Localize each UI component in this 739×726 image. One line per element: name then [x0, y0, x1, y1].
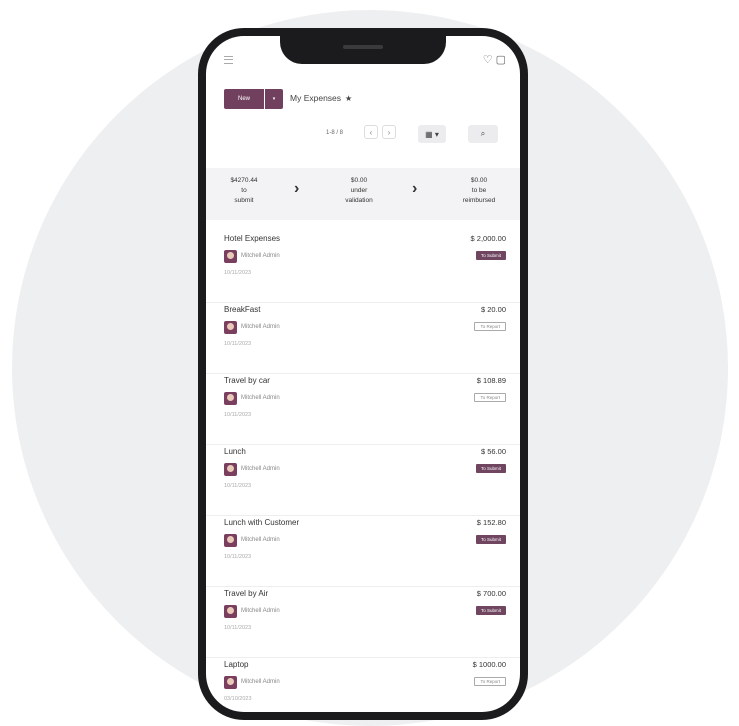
- stage-label: to: [241, 187, 247, 194]
- pager-previous-button[interactable]: ‹: [364, 125, 378, 139]
- expense-row[interactable]: Lunch $ 56.00 Mitchell Admin 10/11/2023 To S…: [206, 445, 520, 516]
- expense-amount: $ 108.89: [476, 376, 506, 385]
- stage-under-validation[interactable]: $0.00 under validation: [324, 176, 394, 206]
- page-title: My Expenses: [290, 93, 342, 103]
- employee-name: Mitchell Admin: [241, 679, 280, 685]
- stage-amount: $0.00: [350, 177, 368, 184]
- expense-title: Travel by Air: [224, 589, 269, 598]
- avatar: [224, 321, 237, 334]
- view-switcher-button[interactable]: ▦ ▾: [418, 125, 446, 143]
- employee-name: Mitchell Admin: [241, 253, 280, 259]
- stage-amount: $4270.44: [230, 177, 258, 184]
- expense-amount: $ 56.00: [480, 447, 506, 456]
- expense-date: 10/11/2023: [224, 554, 252, 560]
- menu-icon[interactable]: [224, 56, 233, 64]
- employee-name: Mitchell Admin: [241, 324, 280, 330]
- employee-name: Mitchell Admin: [241, 395, 280, 401]
- expense-row[interactable]: BreakFast $ 20.00 Mitchell Admin 10/11/2023…: [206, 303, 520, 374]
- stage-label: under: [350, 187, 368, 194]
- status-badge: To Submit: [475, 251, 506, 260]
- phone-screen: ♡ ▢ New ▾ My Expenses ★ 1-8 / 8 ‹ › ▦ ▾ ⌕…: [206, 36, 520, 712]
- stage-amount: $0.00: [470, 177, 488, 184]
- avatar: [224, 250, 237, 263]
- new-button[interactable]: New: [224, 89, 264, 109]
- employee-name: Mitchell Admin: [241, 537, 280, 543]
- expense-list: Hotel Expenses $ 2,000.00 Mitchell Admin 10…: [206, 232, 520, 712]
- expense-amount: $ 20.00: [480, 305, 506, 314]
- stage-label: submit: [234, 197, 254, 204]
- expense-title: Laptop: [224, 660, 249, 669]
- expense-row[interactable]: Travel by Air $ 700.00 Mitchell Admin 10/11…: [206, 587, 520, 658]
- avatar: [224, 605, 237, 618]
- avatar: [224, 676, 237, 689]
- phone-frame: ♡ ▢ New ▾ My Expenses ★ 1-8 / 8 ‹ › ▦ ▾ ⌕…: [198, 28, 528, 720]
- expense-row[interactable]: Travel by car $ 108.89 Mitchell Admin 10/11…: [206, 374, 520, 445]
- expense-amount: $ 2,000.00: [470, 234, 506, 243]
- new-button-group: New ▾: [224, 89, 283, 109]
- avatar: [224, 534, 237, 547]
- stage-label: validation: [345, 197, 373, 204]
- avatar: [224, 463, 237, 476]
- phone-notch: [280, 36, 446, 64]
- pager-value[interactable]: 1-8 / 8: [326, 130, 343, 136]
- status-icons: ♡ ▢: [482, 54, 506, 66]
- expense-title: BreakFast: [224, 305, 261, 314]
- status-badge: To Report: [474, 677, 506, 686]
- employee-name: Mitchell Admin: [241, 466, 280, 472]
- expense-row[interactable]: Hotel Expenses $ 2,000.00 Mitchell Admin 10…: [206, 232, 520, 303]
- status-badge: To Submit: [475, 464, 506, 473]
- favorite-star-icon[interactable]: ★: [345, 94, 352, 103]
- expense-amount: $ 152.80: [476, 518, 506, 527]
- expense-date: 10/11/2023: [224, 341, 252, 347]
- expense-title: Travel by car: [224, 376, 270, 385]
- expense-row[interactable]: Laptop $ 1000.00 Mitchell Admin 03/10/2023 T…: [206, 658, 520, 712]
- expense-date: 10/11/2023: [224, 625, 252, 631]
- expense-row[interactable]: Lunch with Customer $ 152.80 Mitchell Admi…: [206, 516, 520, 587]
- breadcrumb: My Expenses ★: [290, 93, 352, 103]
- search-button[interactable]: ⌕: [468, 125, 498, 143]
- pager-next-button[interactable]: ›: [382, 125, 396, 139]
- expense-date: 10/11/2023: [224, 483, 252, 489]
- status-badge: To Submit: [475, 535, 506, 544]
- expense-date: 03/10/2023: [224, 696, 252, 702]
- stage-label: to be: [471, 187, 487, 194]
- expense-date: 10/11/2023: [224, 412, 252, 418]
- expense-amount: $ 700.00: [476, 589, 506, 598]
- avatar: [224, 392, 237, 405]
- status-badge: To Report: [474, 393, 506, 402]
- employee-name: Mitchell Admin: [241, 608, 280, 614]
- status-badge: To Submit: [475, 606, 506, 615]
- speaker-grille: [343, 45, 383, 49]
- chevron-right-icon: ›: [412, 180, 418, 197]
- expense-title: Lunch with Customer: [224, 518, 300, 527]
- expense-amount: $ 1000.00: [472, 660, 506, 669]
- expense-title: Lunch: [224, 447, 246, 456]
- new-dropdown-button[interactable]: ▾: [265, 89, 283, 109]
- expense-title: Hotel Expenses: [224, 234, 281, 243]
- stage-to-submit[interactable]: $4270.44 to submit: [218, 176, 270, 206]
- stage-label: reimbursed: [462, 197, 496, 204]
- chevron-right-icon: ›: [294, 180, 300, 197]
- status-badge: To Report: [474, 322, 506, 331]
- expense-date: 10/11/2023: [224, 270, 252, 276]
- stage-to-be-reimbursed[interactable]: $0.00 to be reimbursed: [446, 176, 512, 206]
